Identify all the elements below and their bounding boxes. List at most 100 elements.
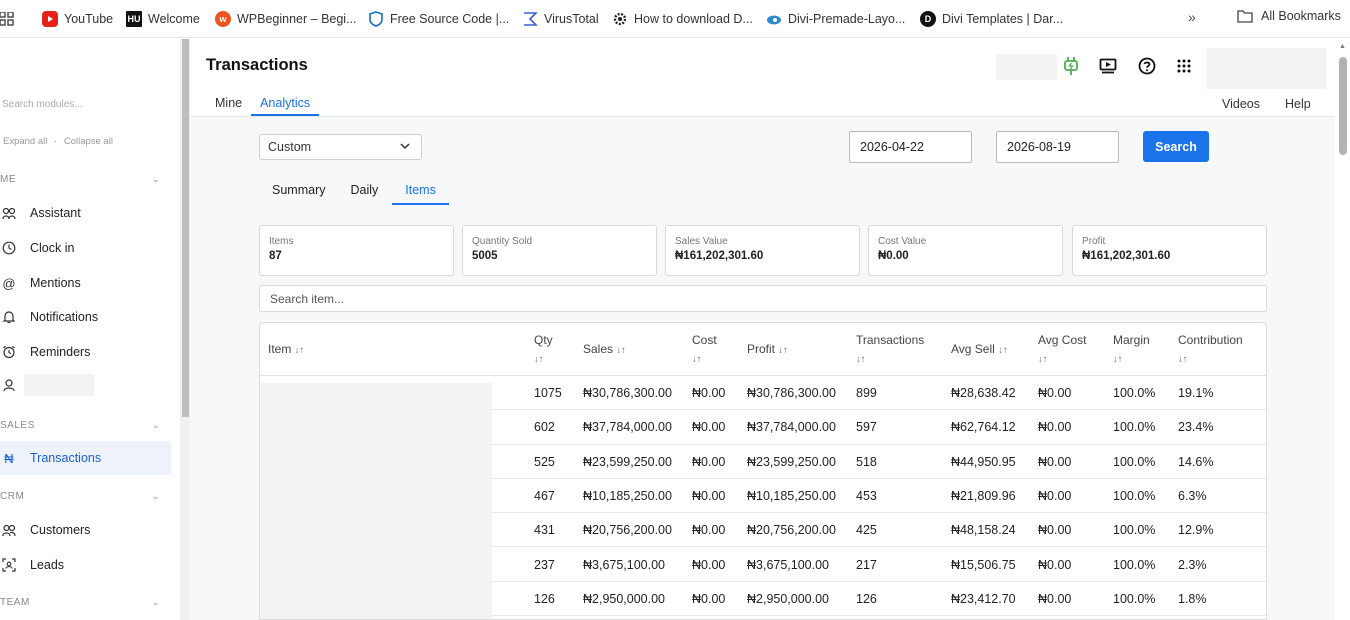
tab-mine[interactable]: Mine (206, 96, 251, 116)
cell-margin: 100.0% (1113, 523, 1156, 538)
sidebar-item-notifications[interactable]: Notifications (0, 301, 171, 333)
start-date-input[interactable]: 2026-04-22 (849, 131, 972, 163)
cell-qty: 602 (534, 420, 555, 435)
cell-avg-sell: ₦62,764.12 (951, 420, 1016, 435)
sidebar-section-sales[interactable]: SALES ⌄ (0, 420, 160, 431)
youtube-icon (42, 11, 58, 27)
bookmark-how-to-download[interactable]: How to download D... (612, 9, 753, 29)
sidebar-item-mentions[interactable]: @ Mentions (0, 267, 171, 299)
apps-grid-icon[interactable] (1173, 55, 1195, 77)
bell-icon (2, 311, 16, 324)
column-header-cost[interactable]: Cost ↓↑ (692, 331, 717, 369)
bookmark-youtube[interactable]: YouTube (42, 9, 113, 29)
sidebar-scrollbar-thumb[interactable] (182, 39, 189, 417)
tab-items[interactable]: Items (392, 183, 449, 205)
sidebar-item-transactions[interactable]: ₦ Transactions (0, 441, 171, 475)
alarm-icon (3, 345, 15, 359)
virustotal-icon (524, 12, 538, 26)
chevron-down-icon: ⌄ (151, 174, 160, 184)
sidebar-scrollbar[interactable] (181, 39, 190, 620)
cell-profit: ₦23,599,250.00 (747, 454, 836, 469)
sidebar-item-clock-in[interactable]: Clock in (0, 232, 171, 264)
tab-summary[interactable]: Summary (262, 183, 335, 205)
cell-avg-cost: ₦0.00 (1038, 454, 1072, 469)
cell-avg-cost: ₦0.00 (1038, 420, 1072, 435)
expand-all-link[interactable]: Expand all (3, 136, 47, 147)
cell-transactions: 453 (856, 488, 877, 503)
column-header-transactions[interactable]: Transactions ↓↑ (856, 331, 924, 369)
cell-sales: ₦37,784,000.00 (583, 420, 672, 435)
cell-cost: ₦0.00 (692, 420, 726, 435)
column-header-profit[interactable]: Profit ↓↑ (747, 340, 788, 360)
column-header-contribution[interactable]: Contribution ↓↑ (1178, 331, 1243, 369)
customers-icon (2, 524, 16, 537)
power-plug-icon[interactable] (1060, 55, 1082, 77)
end-date-input[interactable]: 2026-08-19 (996, 131, 1119, 163)
cell-cost: ₦0.00 (692, 488, 726, 503)
stat-card-sales-value: Sales Value ₦161,202,301.60 (665, 225, 860, 276)
chevron-down-icon: ⌄ (151, 420, 160, 430)
sidebar-item-leads[interactable]: Leads (0, 549, 171, 581)
page-scrollbar[interactable]: ▲ (1335, 39, 1350, 620)
column-header-avg-cost[interactable]: Avg Cost ↓↑ (1038, 331, 1086, 369)
chevron-down-icon: ⌄ (151, 597, 160, 607)
sort-icon: ↓↑ (692, 354, 702, 365)
report-tabs: Summary Daily Items (262, 183, 449, 205)
expand-collapse-controls: Expand all · Collapse all (3, 136, 117, 147)
cell-profit: ₦3,675,100.00 (747, 557, 830, 572)
cell-avg-sell: ₦48,158.24 (951, 523, 1016, 538)
scroll-up-arrow-icon[interactable]: ▲ (1339, 43, 1346, 50)
leads-icon (2, 558, 16, 572)
bookmark-free-source-code[interactable]: Free Source Code |... (368, 9, 509, 29)
tab-daily[interactable]: Daily (335, 183, 392, 205)
shield-icon (369, 11, 383, 27)
date-range-select[interactable]: Custom (259, 134, 422, 160)
cell-transactions: 597 (856, 420, 877, 435)
sort-icon: ↓↑ (856, 354, 866, 365)
bookmark-virustotal[interactable]: VirusTotal (522, 9, 599, 29)
column-header-qty[interactable]: Qty ↓↑ (534, 331, 553, 369)
folder-icon (1237, 10, 1253, 23)
column-header-margin[interactable]: Margin ↓↑ (1113, 331, 1150, 369)
sort-icon: ↓↑ (1038, 354, 1048, 365)
cell-margin: 100.0% (1113, 386, 1156, 400)
cell-avg-cost: ₦0.00 (1038, 591, 1072, 606)
sort-icon: ↓↑ (534, 354, 544, 365)
sidebar-section-me[interactable]: ME ⌄ (0, 174, 160, 185)
bookmark-welcome[interactable]: HU Welcome (126, 9, 200, 29)
cell-margin: 100.0% (1113, 591, 1156, 606)
sidebar-item-profile[interactable] (0, 369, 171, 401)
apps-grid-icon[interactable] (0, 12, 14, 26)
sidebar-item-reminders[interactable]: Reminders (0, 336, 171, 368)
search-button[interactable]: Search (1143, 131, 1209, 162)
sidebar-section-team[interactable]: TEAM ⌄ (0, 597, 160, 608)
bookmarks-overflow-button[interactable]: » (1188, 9, 1196, 25)
column-header-sales[interactable]: Sales ↓↑ (583, 340, 626, 360)
all-bookmarks-button[interactable]: All Bookmarks (1237, 9, 1341, 23)
cell-avg-cost: ₦0.00 (1038, 386, 1072, 400)
column-header-avg-sell[interactable]: Avg Sell ↓↑ (951, 340, 1008, 360)
page-title: Transactions (206, 56, 308, 74)
bookmark-wpbeginner[interactable]: w WPBeginner – Begi... (215, 9, 357, 29)
module-search-input[interactable]: Search modules... (2, 99, 83, 110)
sidebar-item-assistant[interactable]: Assistant (0, 197, 171, 229)
sidebar-item-customers[interactable]: Customers (0, 514, 171, 546)
help-icon[interactable] (1136, 55, 1158, 77)
divi-templates-icon: D (920, 11, 936, 27)
cell-contribution: 12.9% (1178, 523, 1214, 538)
cell-avg-sell: ₦23,412.70 (951, 591, 1016, 606)
collapse-all-link[interactable]: Collapse all (64, 136, 113, 147)
bookmark-divi-premade[interactable]: Divi-Premade-Layo... (766, 9, 905, 29)
videos-link[interactable]: Videos (1222, 97, 1260, 111)
assistant-icon (2, 207, 16, 220)
help-link[interactable]: Help (1285, 97, 1311, 111)
item-search-input[interactable]: Search item... (259, 285, 1267, 312)
video-icon[interactable] (1097, 55, 1119, 77)
page-scrollbar-thumb[interactable] (1339, 57, 1347, 155)
column-header-item[interactable]: Item ↓↑ (268, 340, 304, 360)
chevron-down-icon (400, 143, 410, 150)
sidebar-section-crm[interactable]: CRM ⌄ (0, 491, 160, 502)
bookmark-divi-templates[interactable]: D Divi Templates | Dar... (920, 9, 1063, 29)
tab-analytics[interactable]: Analytics (251, 96, 320, 116)
cell-sales: ₦10,185,250.00 (583, 488, 672, 503)
